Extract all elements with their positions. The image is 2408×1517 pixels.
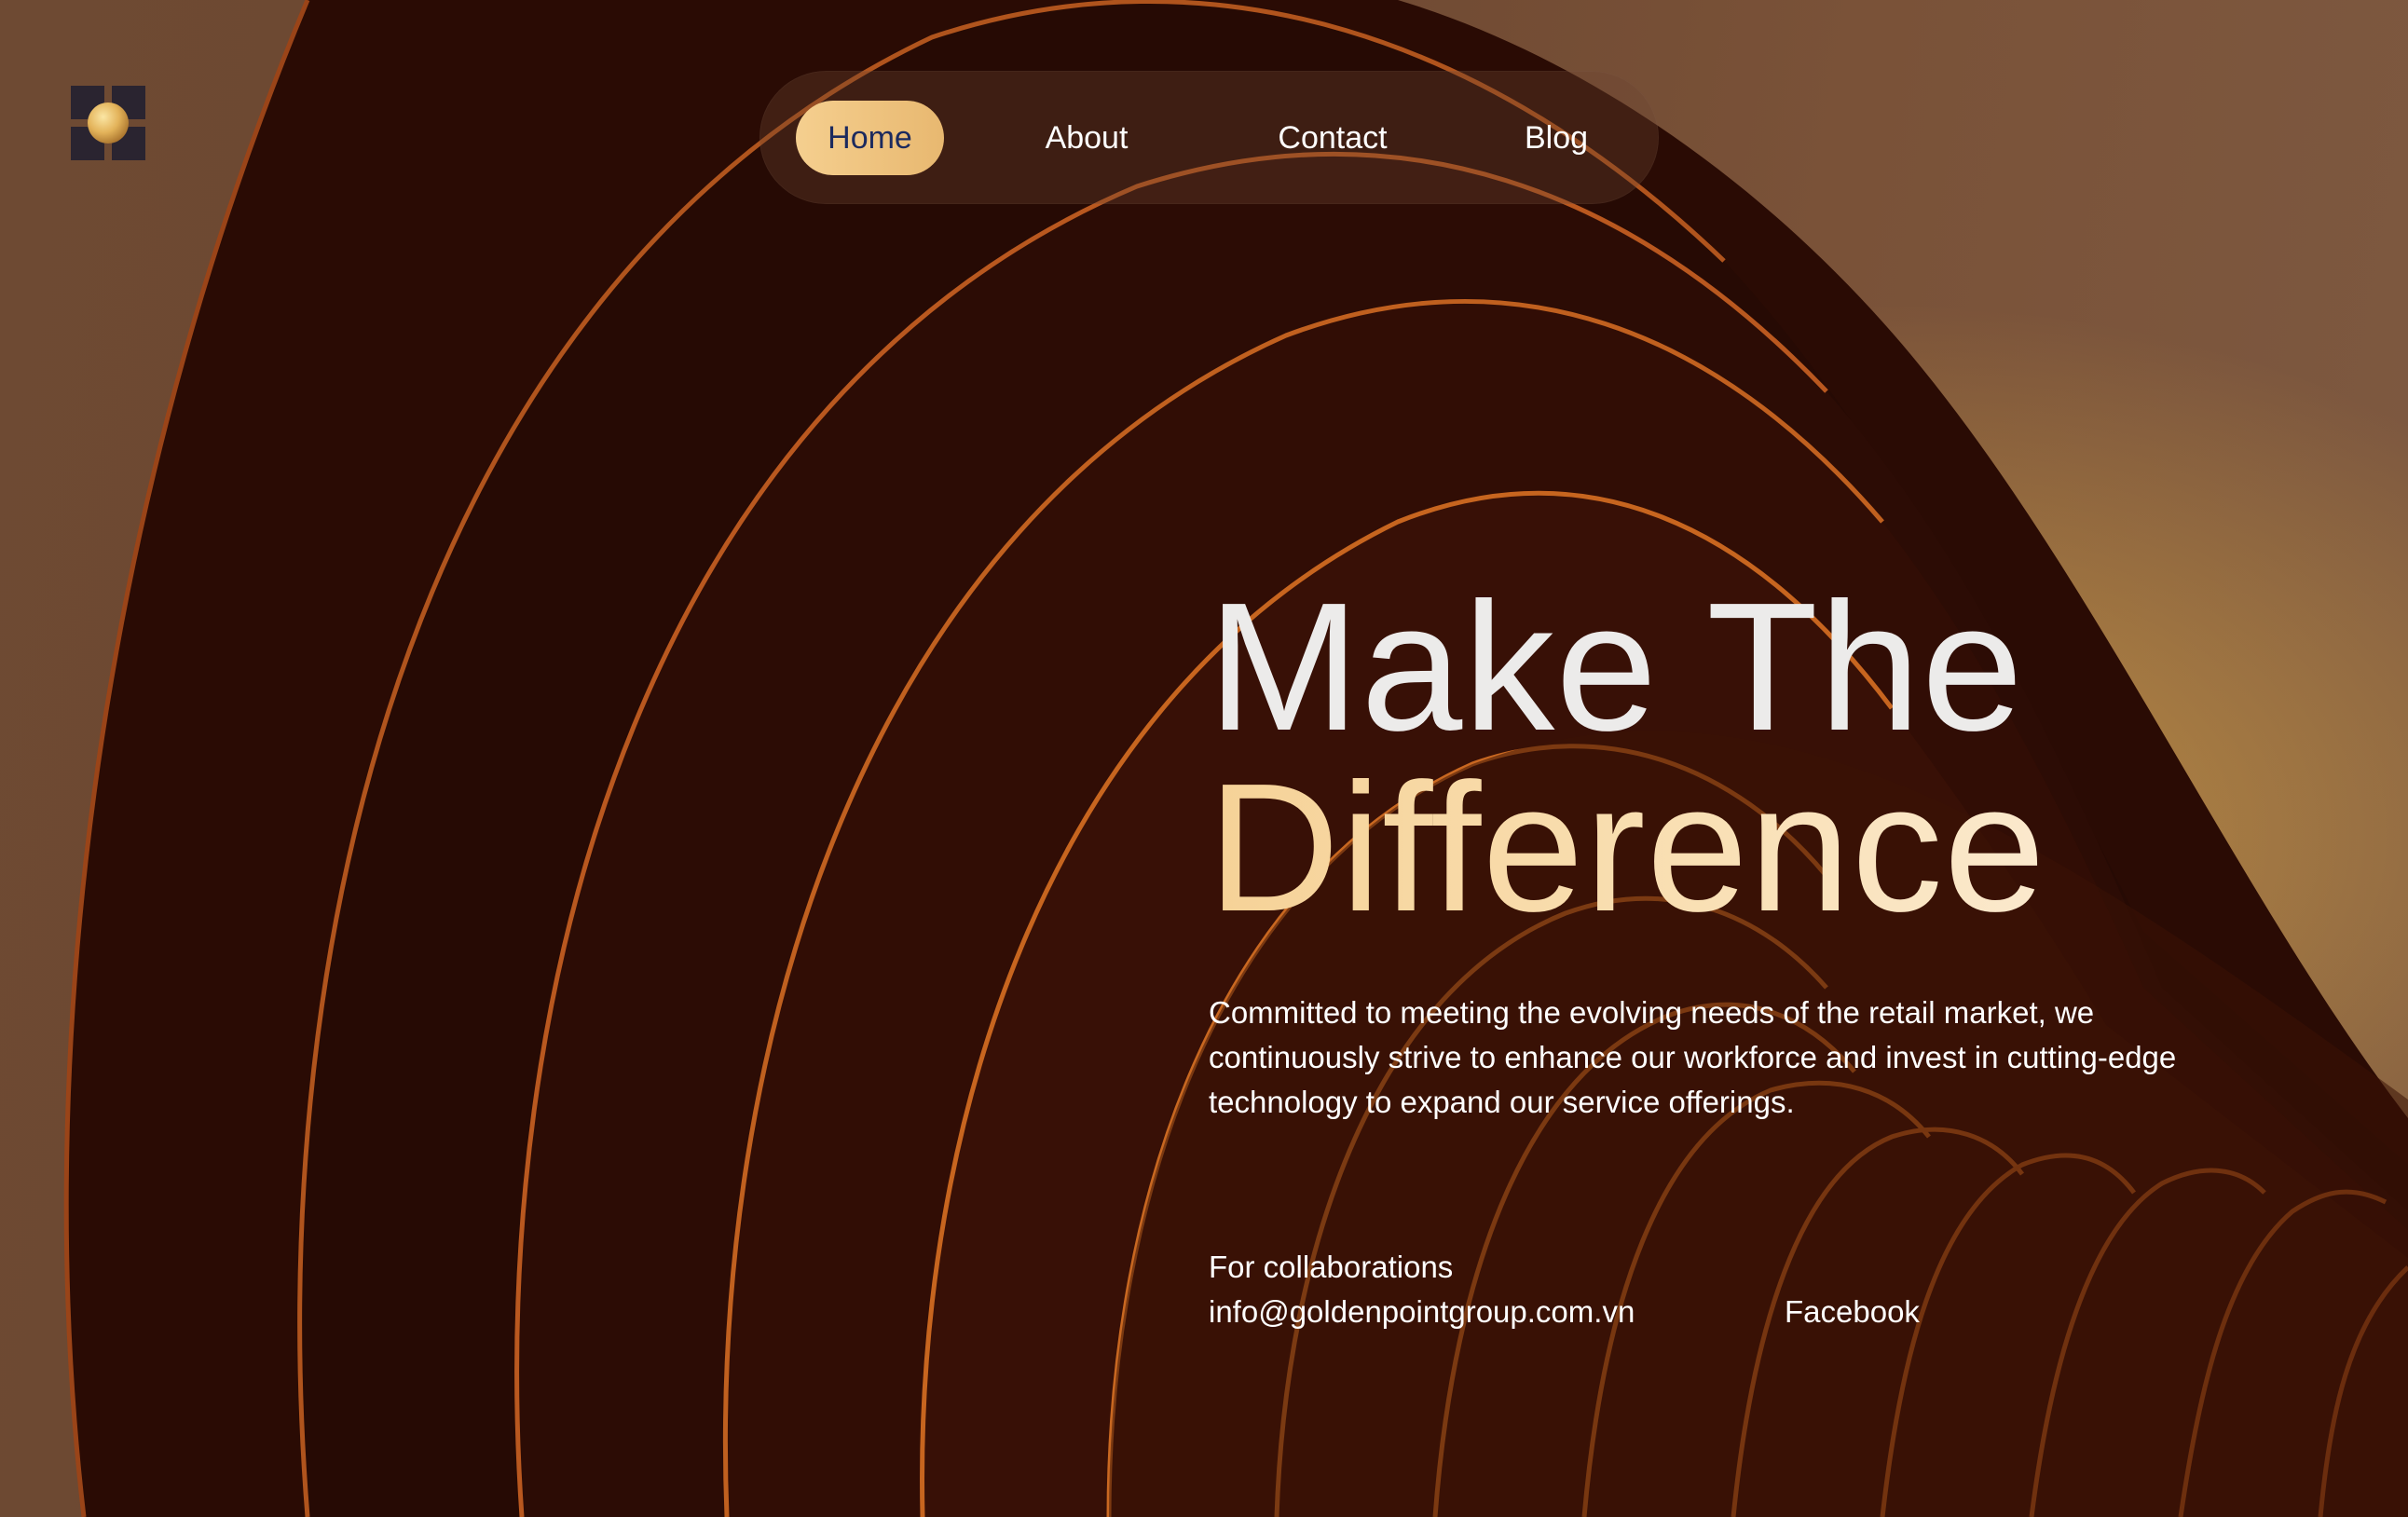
- top-navigation: Home About Contact Blog: [759, 71, 1659, 204]
- landing-page: Home About Contact Blog Make The Differe…: [0, 0, 2408, 1517]
- hero-description: Committed to meeting the evolving needs …: [1209, 991, 2327, 1125]
- collaboration-label: For collaborations: [1209, 1250, 1454, 1284]
- collaboration-email-link[interactable]: info@goldenpointgroup.com.vn: [1209, 1294, 1635, 1330]
- nav-item-blog[interactable]: Blog: [1505, 101, 1608, 175]
- nav-item-contact[interactable]: Contact: [1256, 101, 1409, 175]
- facebook-link[interactable]: Facebook: [1785, 1294, 1920, 1330]
- hero-background-artwork: [0, 0, 2408, 1517]
- gold-sphere-grid-logo-icon[interactable]: [71, 86, 145, 160]
- hero-description-line: continuously strive to enhance our workf…: [1209, 1040, 2177, 1074]
- nav-item-home[interactable]: Home: [796, 101, 944, 175]
- nav-item-about[interactable]: About: [1026, 101, 1147, 175]
- hero-description-line: technology to expand our service offerin…: [1209, 1085, 1795, 1119]
- hero-title-line-2: Difference: [1208, 745, 2046, 950]
- hero-description-line: Committed to meeting the evolving needs …: [1209, 995, 2095, 1030]
- hero-title-line-1: Make The: [1208, 565, 2024, 769]
